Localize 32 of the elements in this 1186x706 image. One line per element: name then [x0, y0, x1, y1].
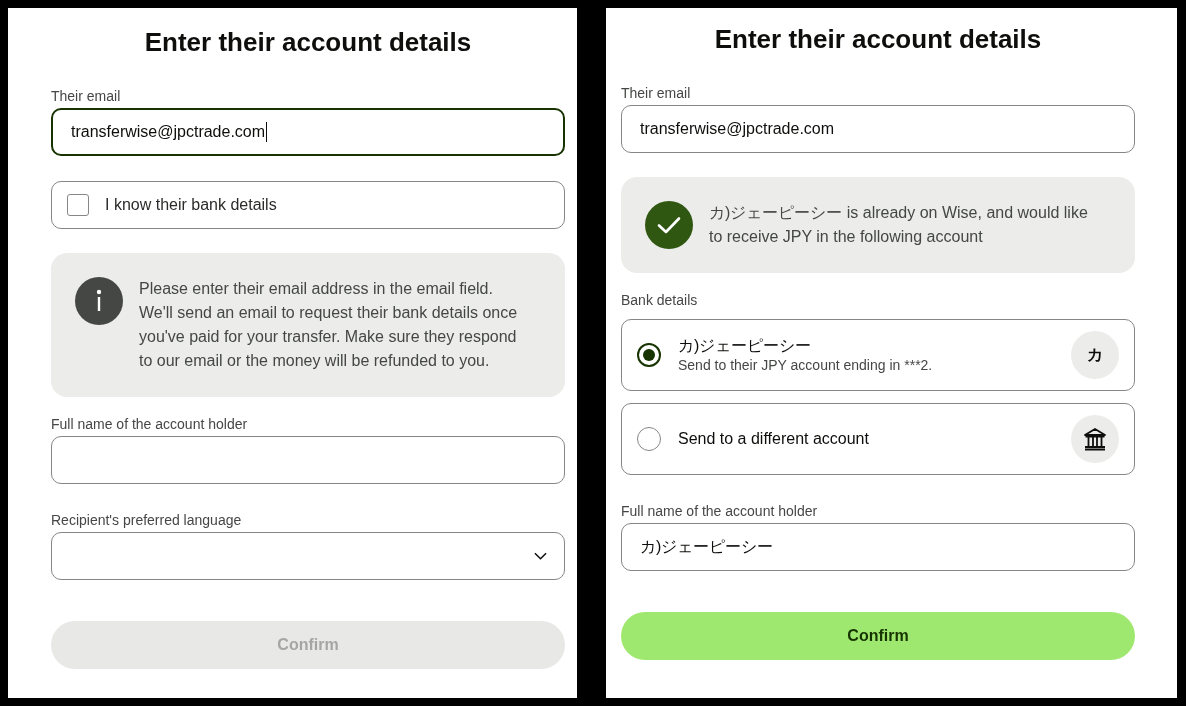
confirm-button[interactable]: Confirm	[621, 612, 1135, 660]
field-label: Recipient's preferred language	[51, 512, 242, 528]
input-field[interactable]	[51, 436, 565, 484]
notice-text: Please enter their email address in the email field. We'll send an email to request their bank details once you've paid for your transfer. Make sure they respond to our email or the money will be refunded to you.	[139, 279, 519, 371]
checkbox-label: I know their bank details	[105, 195, 277, 215]
text-cursor	[266, 122, 268, 142]
option-title: Send to a different account	[678, 429, 869, 449]
input-field[interactable]: カ)ジェーピーシー	[621, 523, 1135, 571]
bank-icon	[1071, 415, 1119, 463]
panel-title: Enter their account details	[713, 23, 1043, 55]
account-option[interactable]: カ)ジェーピーシー Send to their JPY account ending in ***2. カ	[621, 319, 1135, 391]
panel-title: Enter their account details	[143, 26, 473, 58]
info-icon	[75, 277, 123, 325]
checkbox[interactable]	[67, 194, 89, 216]
radio-button[interactable]	[637, 343, 661, 367]
option-subtitle: Send to their JPY account ending in ***2.	[678, 356, 933, 374]
radio-button[interactable]	[637, 427, 661, 451]
field-label: Bank details	[621, 292, 698, 308]
field-label: Full name of the account holder	[621, 503, 818, 519]
input-field[interactable]: transferwise@jpctrade.com	[621, 105, 1135, 153]
select-field[interactable]	[51, 532, 565, 580]
chevron-down-icon	[534, 552, 547, 560]
account-option[interactable]: Send to a different account	[621, 403, 1135, 475]
checkbox-option[interactable]: I know their bank details	[51, 181, 565, 229]
field-label: Full name of the account holder	[51, 416, 248, 432]
option-title: カ)ジェーピーシー	[678, 336, 812, 356]
notice-text: カ)ジェーピーシー is already on Wise, and would like to receive JPY in the following account	[709, 203, 1089, 247]
input-field[interactable]: transferwise@jpctrade.com	[51, 108, 565, 156]
field-label: Their email	[621, 85, 691, 101]
field-label: Their email	[51, 88, 121, 104]
check-circle-icon	[645, 201, 693, 249]
initial-avatar: カ	[1071, 331, 1119, 379]
